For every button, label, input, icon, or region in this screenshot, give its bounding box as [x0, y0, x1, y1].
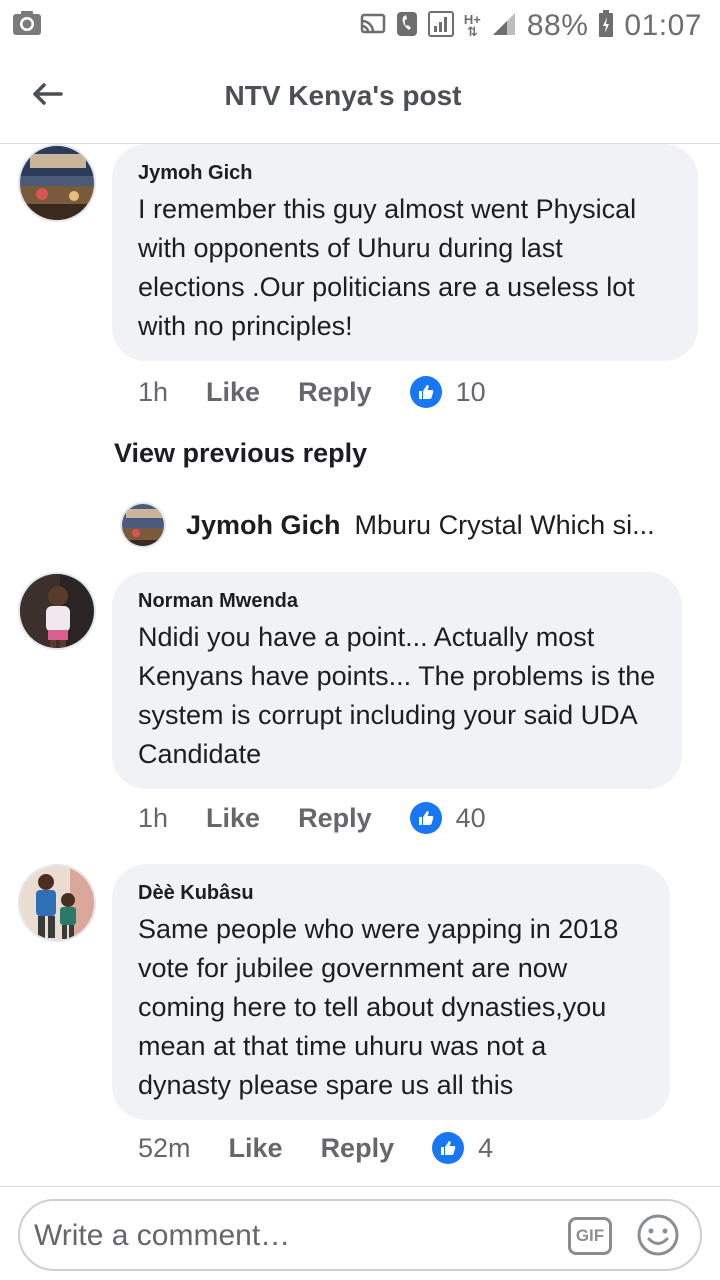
comment-author[interactable]: Norman Mwenda: [138, 590, 656, 612]
comment-actions: 52m Like Reply 4: [138, 1132, 493, 1164]
avatar[interactable]: [18, 864, 96, 942]
status-bar: H+ ⇅ 88% 01:07: [0, 0, 720, 50]
comment-author[interactable]: Dèè Kubâsu: [138, 882, 644, 904]
battery-icon: [598, 9, 614, 43]
avatar[interactable]: [18, 144, 96, 222]
comment-actions: 1h Like Reply 40: [138, 802, 486, 834]
comment-text: Ndidi you have a point... Actually most …: [138, 622, 656, 769]
comment-time[interactable]: 1h: [138, 377, 168, 408]
comment-actions: 1h Like Reply 10: [138, 376, 486, 408]
battery-percent: 88%: [526, 9, 589, 42]
cast-icon: [360, 13, 386, 40]
comment-time[interactable]: 52m: [138, 1133, 191, 1164]
comment-composer: GIF: [18, 1199, 702, 1271]
comment-text: Same people who were yapping in 2018 vot…: [138, 914, 619, 1100]
thumbs-up-icon: [432, 1132, 465, 1164]
comment-bubble[interactable]: Dèè Kubâsu Same people who were yapping …: [112, 864, 670, 1120]
reply-button[interactable]: Reply: [298, 377, 372, 408]
like-button[interactable]: Like: [229, 1133, 283, 1164]
signal-box-icon: [427, 10, 454, 42]
comment-input[interactable]: [34, 1215, 554, 1257]
reply-button[interactable]: Reply: [298, 803, 372, 834]
like-button[interactable]: Like: [206, 803, 260, 834]
comment-time[interactable]: 1h: [138, 803, 168, 834]
phone-icon: [396, 11, 418, 42]
view-previous-reply-link[interactable]: View previous reply: [114, 438, 367, 469]
like-count[interactable]: 40: [456, 803, 486, 834]
smiley-icon: [637, 1214, 679, 1256]
comment-composer-bar: GIF: [0, 1186, 720, 1280]
comment-author[interactable]: Jymoh Gich: [138, 162, 672, 184]
reply-author[interactable]: Jymoh Gich: [186, 510, 341, 541]
network-type-icon: H+ ⇅: [463, 12, 481, 39]
like-count[interactable]: 10: [456, 377, 486, 408]
comment-text: I remember this guy almost went Physical…: [138, 194, 637, 341]
avatar[interactable]: [120, 502, 166, 548]
comment-bubble[interactable]: Jymoh Gich I remember this guy almost we…: [112, 144, 698, 361]
top-app-bar: NTV Kenya's post: [0, 50, 720, 144]
emoji-button[interactable]: [636, 1213, 680, 1257]
screenshot-icon: [12, 10, 42, 36]
reply-text-preview: Mburu Crystal Which si...: [354, 509, 655, 540]
avatar[interactable]: [18, 572, 96, 650]
signal-strength-icon: [491, 11, 517, 42]
thumbs-up-icon: [409, 376, 442, 408]
clock: 01:07: [624, 9, 702, 42]
reply-button[interactable]: Reply: [321, 1133, 395, 1164]
like-count[interactable]: 4: [478, 1133, 493, 1164]
reply-preview[interactable]: Jymoh Gich Mburu Crystal Which si...: [120, 500, 700, 550]
page-title: NTV Kenya's post: [224, 80, 462, 111]
gif-button[interactable]: GIF: [568, 1217, 612, 1255]
like-button[interactable]: Like: [206, 377, 260, 408]
thumbs-up-icon: [409, 802, 442, 834]
comment-bubble[interactable]: Norman Mwenda Ndidi you have a point... …: [112, 572, 682, 789]
